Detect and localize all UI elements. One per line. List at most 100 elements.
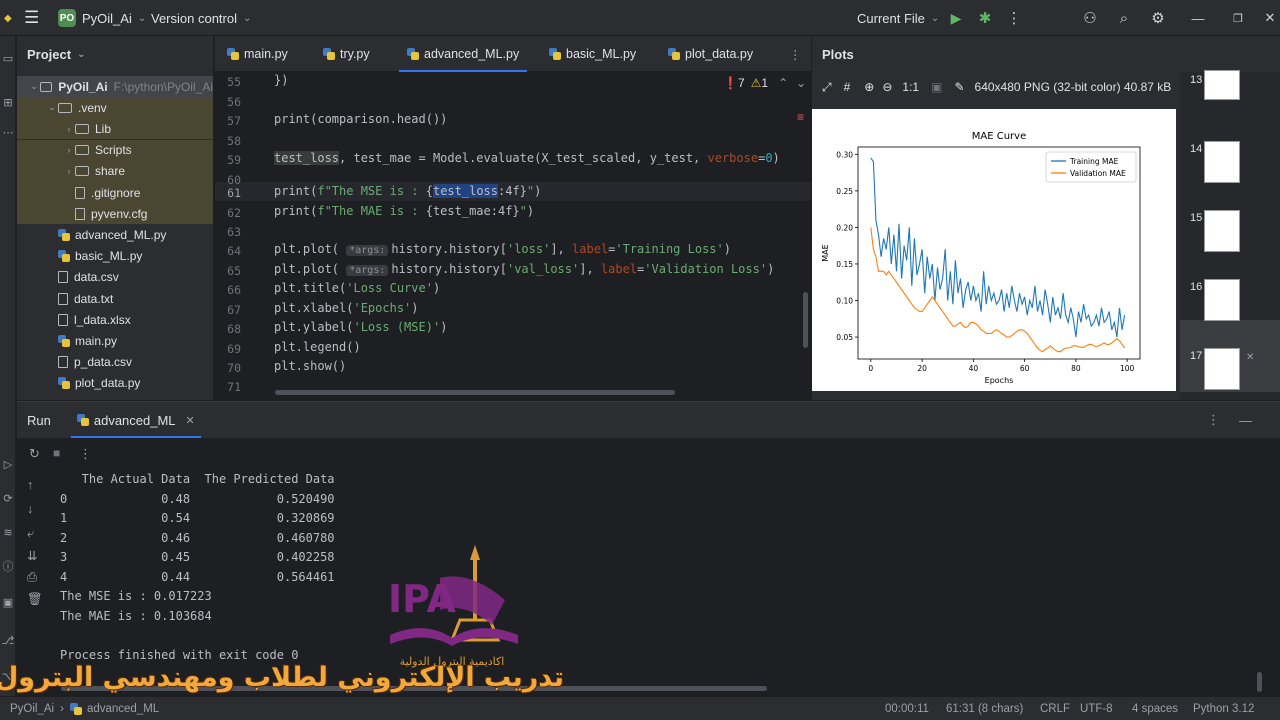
chevron-down-icon[interactable]: ⌄ (29, 81, 40, 92)
run-config-selector[interactable]: Current File ⌄ (857, 0, 939, 36)
previous-issue-icon[interactable]: ⌃ (778, 76, 788, 90)
color-picker-icon[interactable]: ✎ (954, 80, 964, 94)
rerun-icon[interactable]: ↻ (29, 446, 40, 462)
line-number: 71 (227, 380, 241, 394)
scroll-down-icon[interactable]: ↓ (27, 502, 33, 516)
code-line: test_loss, test_mae = Model.evaluate(X_t… (274, 151, 780, 165)
python-file-icon (227, 48, 239, 60)
run-icon[interactable]: ▶ (944, 6, 968, 30)
tab-main[interactable]: main.py (227, 36, 288, 72)
run-tab-advanced-ml[interactable]: advanced_ML ✕ (70, 402, 201, 438)
problems-tool-icon[interactable]: ⓘ (0, 556, 16, 576)
plot-thumbnail[interactable] (1204, 70, 1240, 100)
close-tab-icon[interactable]: ✕ (186, 414, 195, 427)
tree-item[interactable]: basic_ML.py (17, 246, 213, 267)
soft-wrap-icon[interactable]: ⤶ (27, 526, 34, 541)
trash-icon[interactable]: 🗑 (27, 592, 43, 607)
minimize-icon[interactable]: — (1186, 6, 1210, 30)
editor-horizontal-scrollbar[interactable] (275, 390, 675, 395)
cursor-position[interactable]: 61:31 (8 chars) (946, 697, 1023, 720)
x-tick-label: 0 (868, 364, 873, 373)
tree-item[interactable]: › Scripts (17, 139, 213, 161)
chevron-right-icon[interactable]: › (63, 145, 75, 155)
tree-item[interactable]: ⌄ PyOil_Ai F:\python\PyOil_Ai (17, 76, 213, 97)
chevron-right-icon[interactable]: › (63, 124, 75, 134)
structure-tool-icon[interactable]: ⊞ (0, 92, 16, 112)
terminal-tool-icon[interactable]: ▣ (0, 592, 16, 612)
error-stripe-marker[interactable]: ≡ (797, 110, 804, 124)
close-icon[interactable]: ✕ (1258, 6, 1280, 30)
chevron-down-icon: ⌄ (243, 12, 252, 24)
run-options-icon[interactable]: ⋮ (1207, 412, 1220, 428)
tree-item[interactable]: p_data.csv (17, 352, 213, 373)
thumbnail-number: 15 (1190, 212, 1203, 224)
background-toggle-icon[interactable]: ▣ (931, 80, 942, 94)
next-issue-icon[interactable]: ⌄ (796, 76, 806, 90)
tab-overflow-icon[interactable]: ⋮ (789, 36, 802, 72)
code-line: print(f"The MSE is : {test_loss:4f}") (274, 184, 542, 198)
search-icon[interactable]: ⌕ (1112, 6, 1136, 30)
scroll-to-end-icon[interactable]: ⇊ (27, 548, 37, 563)
plot-thumbnail[interactable] (1204, 141, 1240, 183)
tab-try[interactable]: try.py (323, 36, 370, 72)
fit-zoom-icon[interactable]: ⤢ (822, 80, 832, 95)
tree-item-label: advanced_ML.py (75, 227, 167, 242)
git-tool-icon[interactable]: ⎇ (0, 630, 16, 650)
project-panel: Project ⌄ ⌄ PyOil_Ai F:\python\PyOil_Ai ⌄ .v… (17, 36, 213, 400)
line-separator[interactable]: CRLF (1040, 697, 1070, 720)
python-interpreter[interactable]: Python 3.12 (1193, 697, 1254, 720)
project-tool-icon[interactable]: ▭ (0, 48, 16, 68)
tree-item[interactable]: data.csv (17, 267, 213, 288)
editor-vertical-scrollbar[interactable] (803, 292, 808, 348)
main-menu-icon[interactable]: ☰ (24, 0, 39, 36)
indent-setting[interactable]: 4 spaces (1132, 697, 1178, 720)
tab-basic-ml[interactable]: basic_ML.py (549, 36, 636, 72)
run-tool-icon[interactable]: ▷ (0, 454, 16, 474)
tree-item[interactable]: › Lib (17, 118, 213, 140)
tree-item[interactable]: ⌄ .venv (17, 97, 213, 119)
chevron-down-icon[interactable]: ⌄ (46, 102, 58, 113)
close-thumbnail-icon[interactable]: ✕ (1246, 352, 1254, 363)
services-tool-icon[interactable]: ⟳ (0, 488, 16, 508)
tree-item[interactable]: data.txt (17, 288, 213, 309)
restore-icon[interactable]: ❐ (1226, 6, 1250, 30)
tree-item[interactable]: plot_data.py (17, 373, 213, 394)
chevron-right-icon[interactable]: › (63, 166, 75, 176)
vcs-selector[interactable]: Version control ⌄ (151, 0, 251, 36)
add-user-icon[interactable]: ⚇ (1078, 6, 1102, 30)
debug-icon[interactable]: ✱ (973, 6, 997, 30)
inspection-widget[interactable]: ❗ 7 ⚠ 1 ⌃ ⌄ (723, 76, 806, 90)
print-icon[interactable]: ⎙ (27, 570, 37, 585)
stop-icon[interactable]: ■ (53, 446, 60, 460)
more-tools-icon[interactable]: ⋯ (0, 122, 16, 142)
plot-thumbnail[interactable] (1204, 348, 1240, 390)
tree-item[interactable]: l_data.xlsx (17, 309, 213, 330)
zoom-in-icon[interactable]: ⊕ (864, 80, 874, 94)
grid-icon[interactable]: # (844, 80, 851, 94)
more-run-actions-icon[interactable]: ⋮ (79, 446, 92, 462)
tree-item[interactable]: pyvenv.cfg (17, 203, 213, 225)
tab-advanced-ml[interactable]: advanced_ML.py (398, 36, 528, 72)
python-file-icon (58, 334, 70, 347)
tree-item[interactable]: advanced_ML.py (17, 224, 213, 245)
settings-gear-icon[interactable]: ⚙ (1146, 6, 1170, 30)
tree-item[interactable]: main.py (17, 330, 213, 351)
warning-icon: ⚠ (750, 76, 762, 90)
file-encoding[interactable]: UTF-8 (1080, 697, 1113, 720)
actual-size-button[interactable]: 1:1 (902, 80, 919, 94)
plot-thumbnail[interactable] (1204, 279, 1240, 321)
scroll-up-icon[interactable]: ↑ (27, 478, 33, 492)
run-vertical-scrollbar[interactable] (1257, 672, 1262, 692)
hide-panel-icon[interactable]: — (1239, 413, 1252, 428)
zoom-out-icon[interactable]: ⊖ (882, 80, 892, 94)
tree-item[interactable]: › share (17, 160, 213, 182)
python-file-icon (76, 414, 89, 426)
more-actions-icon[interactable]: ⋮ (1002, 6, 1026, 30)
layers-tool-icon[interactable]: ≋ (0, 522, 16, 542)
project-panel-header[interactable]: Project ⌄ (17, 36, 213, 72)
project-selector[interactable]: PO PyOil_Ai ⌄ (58, 0, 146, 36)
tab-plot-data[interactable]: plot_data.py (668, 36, 753, 72)
plot-thumbnail[interactable] (1204, 210, 1240, 252)
project-panel-title: Project (27, 46, 72, 62)
tree-item[interactable]: .gitignore (17, 182, 213, 203)
